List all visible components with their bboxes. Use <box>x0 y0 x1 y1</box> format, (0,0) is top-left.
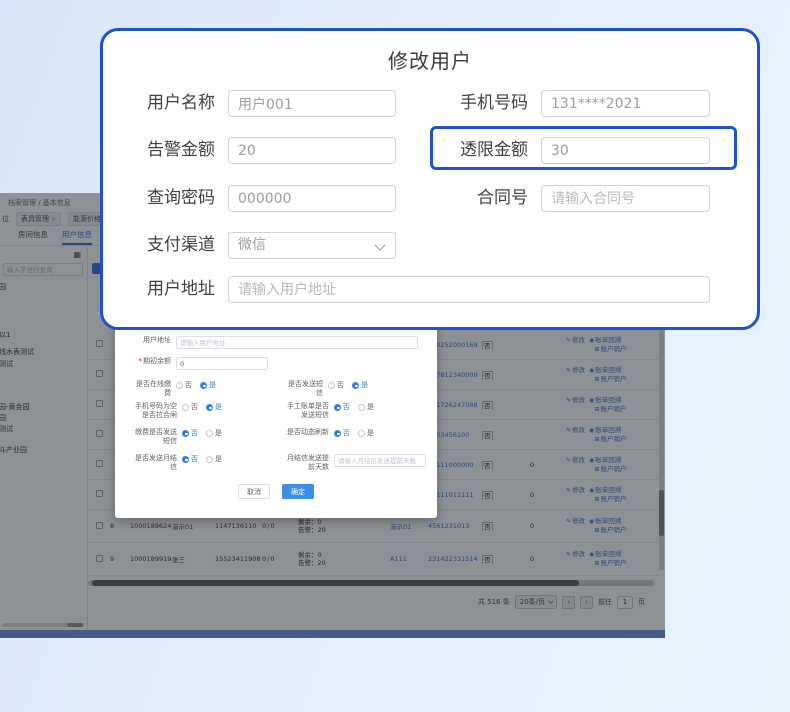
chevron-down-icon <box>374 239 385 250</box>
radio-no[interactable]: 否 <box>334 402 350 412</box>
send-sms-label: 是否发送短信 <box>283 380 323 398</box>
radio-no[interactable]: 否 <box>176 380 192 390</box>
radio-no[interactable]: 否 <box>328 380 344 390</box>
contract-label: 合同号 <box>444 185 528 212</box>
pay-channel-select[interactable]: 微信 <box>228 232 396 259</box>
manual-bill-sms-label: 手工账单是否发送短信 <box>283 402 329 420</box>
alert-amount-label: 告警金额 <box>131 137 215 164</box>
radio-no[interactable]: 否 <box>182 428 198 438</box>
page: 档案管理 / 基本信息 位 表具管理 × 能源价格方案 × 房间信息 用户信息 … <box>0 0 790 712</box>
overlimit-label: 透限金额 <box>444 137 528 164</box>
contract-input[interactable] <box>541 185 710 212</box>
address-label: 用户地址 <box>131 276 215 303</box>
radio-yes[interactable]: 是 <box>200 380 216 390</box>
radio-no[interactable]: 否 <box>182 402 198 412</box>
address-label: 用户地址 <box>131 336 171 345</box>
monthly-letter-label: 是否发送月结信 <box>131 454 177 472</box>
username-input[interactable] <box>228 90 396 117</box>
phone-label: 手机号码 <box>444 90 528 117</box>
username-label: 用户名称 <box>131 90 215 117</box>
address-input[interactable] <box>176 336 418 349</box>
pay-channel-label: 支付渠道 <box>131 232 215 259</box>
monthly-days-label: 月结信发送提前天数 <box>283 454 329 472</box>
dynamic-refresh-label: 是否动态刷新 <box>283 428 329 437</box>
confirm-button[interactable]: 确定 <box>282 484 314 499</box>
dialog-title: 修改用户 <box>103 45 757 74</box>
cancel-button[interactable]: 取消 <box>238 484 270 499</box>
radio-yes[interactable]: 是 <box>358 402 374 412</box>
balance-input[interactable] <box>176 357 268 370</box>
query-password-input[interactable] <box>228 185 396 212</box>
radio-yes[interactable]: 是 <box>358 428 374 438</box>
address-input[interactable] <box>228 276 710 303</box>
balance-label: *期初余额 <box>131 357 171 366</box>
radio-yes[interactable]: 是 <box>206 402 222 412</box>
monthly-days-input[interactable] <box>334 454 426 467</box>
radio-yes[interactable]: 是 <box>206 454 222 464</box>
phone-input[interactable] <box>541 90 710 117</box>
radio-yes[interactable]: 是 <box>206 428 222 438</box>
radio-no[interactable]: 否 <box>334 428 350 438</box>
alert-amount-input[interactable] <box>228 137 396 164</box>
query-password-label: 查询密码 <box>131 185 215 212</box>
phone-empty-valve-label: 手机号码为空是否拉合闸 <box>131 402 177 420</box>
online-pay-label: 是否在线缴费 <box>131 380 171 398</box>
radio-no[interactable]: 否 <box>182 454 198 464</box>
overlimit-input[interactable] <box>541 137 710 164</box>
pay-sms-label: 缴费是否发送短信 <box>131 428 177 446</box>
edit-user-callout-card: 修改用户 用户名称 手机号码 告警金额 透限金额 查询密码 合同号 支付渠道 <box>100 28 760 330</box>
radio-yes[interactable]: 是 <box>352 380 368 390</box>
